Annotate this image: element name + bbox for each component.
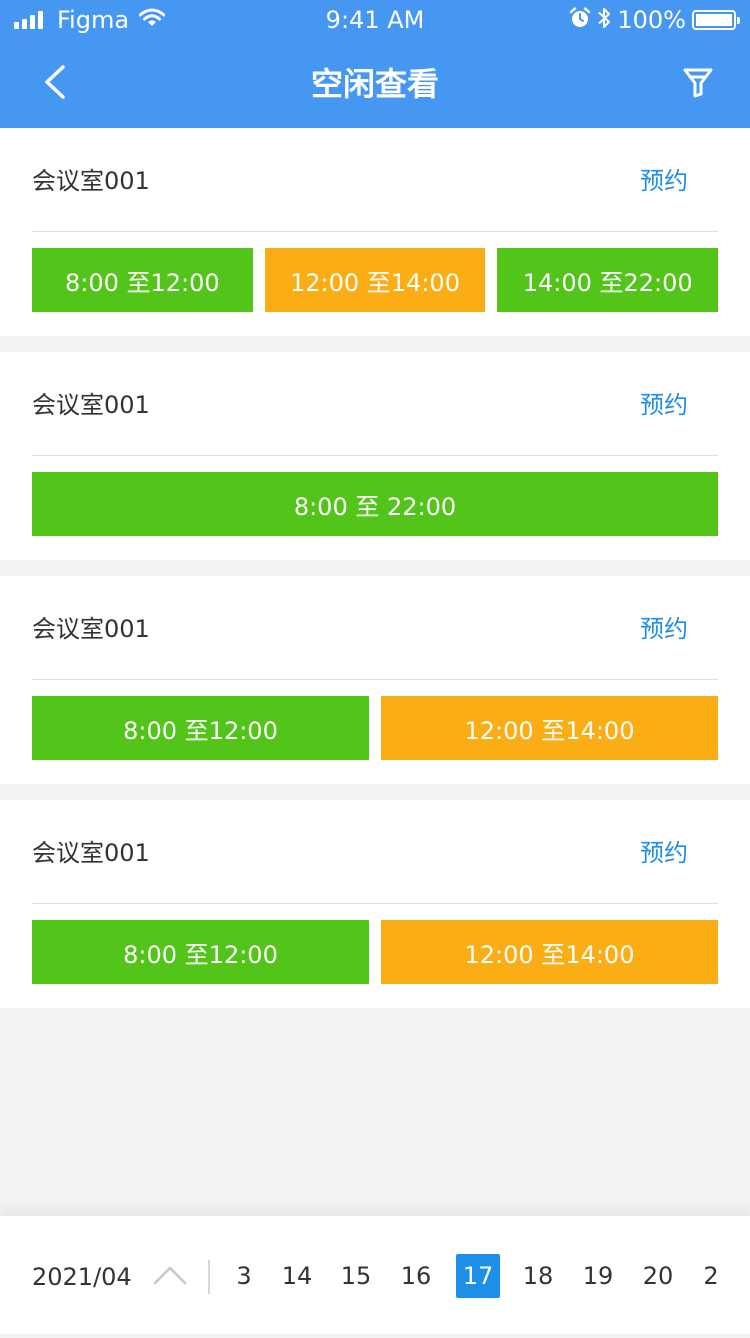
day-item[interactable]: 20	[639, 1254, 677, 1298]
room-card: 会议室001 预约 8:00 至12:00 12:00 至14:00 14:00…	[0, 128, 750, 336]
room-name: 会议室001	[32, 839, 150, 867]
time-slot-free[interactable]: 8:00 至12:00	[32, 696, 369, 760]
room-card: 会议室001 预约 8:00 至 22:00	[0, 352, 750, 560]
book-button[interactable]: 预约	[640, 838, 688, 868]
book-button[interactable]: 预约	[640, 614, 688, 644]
status-bar: Figma 9:41 AM 100%	[0, 0, 750, 40]
time-slot-busy[interactable]: 12:00 至14:00	[381, 696, 718, 760]
status-right: 100%	[569, 6, 740, 34]
room-name: 会议室001	[32, 167, 150, 195]
time-slots: 8:00 至 22:00	[32, 472, 718, 536]
divider	[208, 1260, 210, 1294]
day-item[interactable]: 18	[519, 1254, 557, 1298]
time-slots: 8:00 至12:00 12:00 至14:00	[32, 920, 718, 984]
day-item[interactable]: 2	[700, 1254, 722, 1298]
time-slot-free[interactable]: 8:00 至12:00	[32, 920, 369, 984]
time-slot-free[interactable]: 14:00 至22:00	[497, 248, 719, 312]
time-slots: 8:00 至12:00 12:00 至14:00	[32, 696, 718, 760]
month-label: 2021/04	[32, 1263, 132, 1291]
room-list: 会议室001 预约 8:00 至12:00 12:00 至14:00 14:00…	[0, 128, 750, 1024]
time-slots: 8:00 至12:00 12:00 至14:00 14:00 至22:00	[32, 248, 719, 312]
day-item[interactable]: 3	[230, 1254, 258, 1298]
time-slot-busy[interactable]: 12:00 至14:00	[381, 920, 718, 984]
room-card-header: 会议室001 预约	[32, 576, 718, 680]
book-button[interactable]: 预约	[640, 166, 688, 196]
room-name: 会议室001	[32, 615, 150, 643]
room-card: 会议室001 预约 8:00 至12:00 12:00 至14:00	[0, 576, 750, 784]
time-slot-busy[interactable]: 12:00 至14:00	[264, 248, 486, 312]
expand-calendar-button[interactable]	[152, 1262, 188, 1292]
bluetooth-icon	[597, 6, 611, 34]
alarm-icon	[569, 7, 591, 33]
battery-icon	[692, 10, 740, 30]
filter-icon	[682, 66, 714, 102]
battery-percent: 100%	[617, 6, 686, 34]
app-header: Figma 9:41 AM 100% 空闲查看	[0, 0, 750, 128]
filter-button[interactable]	[676, 62, 720, 106]
chevron-up-icon	[153, 1265, 187, 1289]
page-title: 空闲查看	[310, 65, 439, 103]
room-card: 会议室001 预约 8:00 至12:00 12:00 至14:00	[0, 800, 750, 1008]
date-selector-bar: 2021/04 3 14 15 16 17 18 19 20 2	[0, 1216, 750, 1334]
time-slot-free[interactable]: 8:00 至 22:00	[32, 472, 718, 536]
room-card-header: 会议室001 预约	[32, 128, 718, 232]
book-button[interactable]: 预约	[640, 390, 688, 420]
room-name: 会议室001	[32, 391, 150, 419]
day-item-selected[interactable]: 17	[456, 1254, 500, 1298]
nav-bar: 空闲查看	[0, 40, 750, 128]
day-item[interactable]: 15	[337, 1254, 375, 1298]
day-item[interactable]: 14	[278, 1254, 316, 1298]
room-card-header: 会议室001 预约	[32, 352, 718, 456]
room-card-header: 会议室001 预约	[32, 800, 718, 904]
day-strip: 3 14 15 16 17 18 19 20 2	[224, 1254, 750, 1298]
day-item[interactable]: 19	[579, 1254, 617, 1298]
day-item[interactable]: 16	[397, 1254, 435, 1298]
time-slot-free[interactable]: 8:00 至12:00	[32, 248, 253, 312]
